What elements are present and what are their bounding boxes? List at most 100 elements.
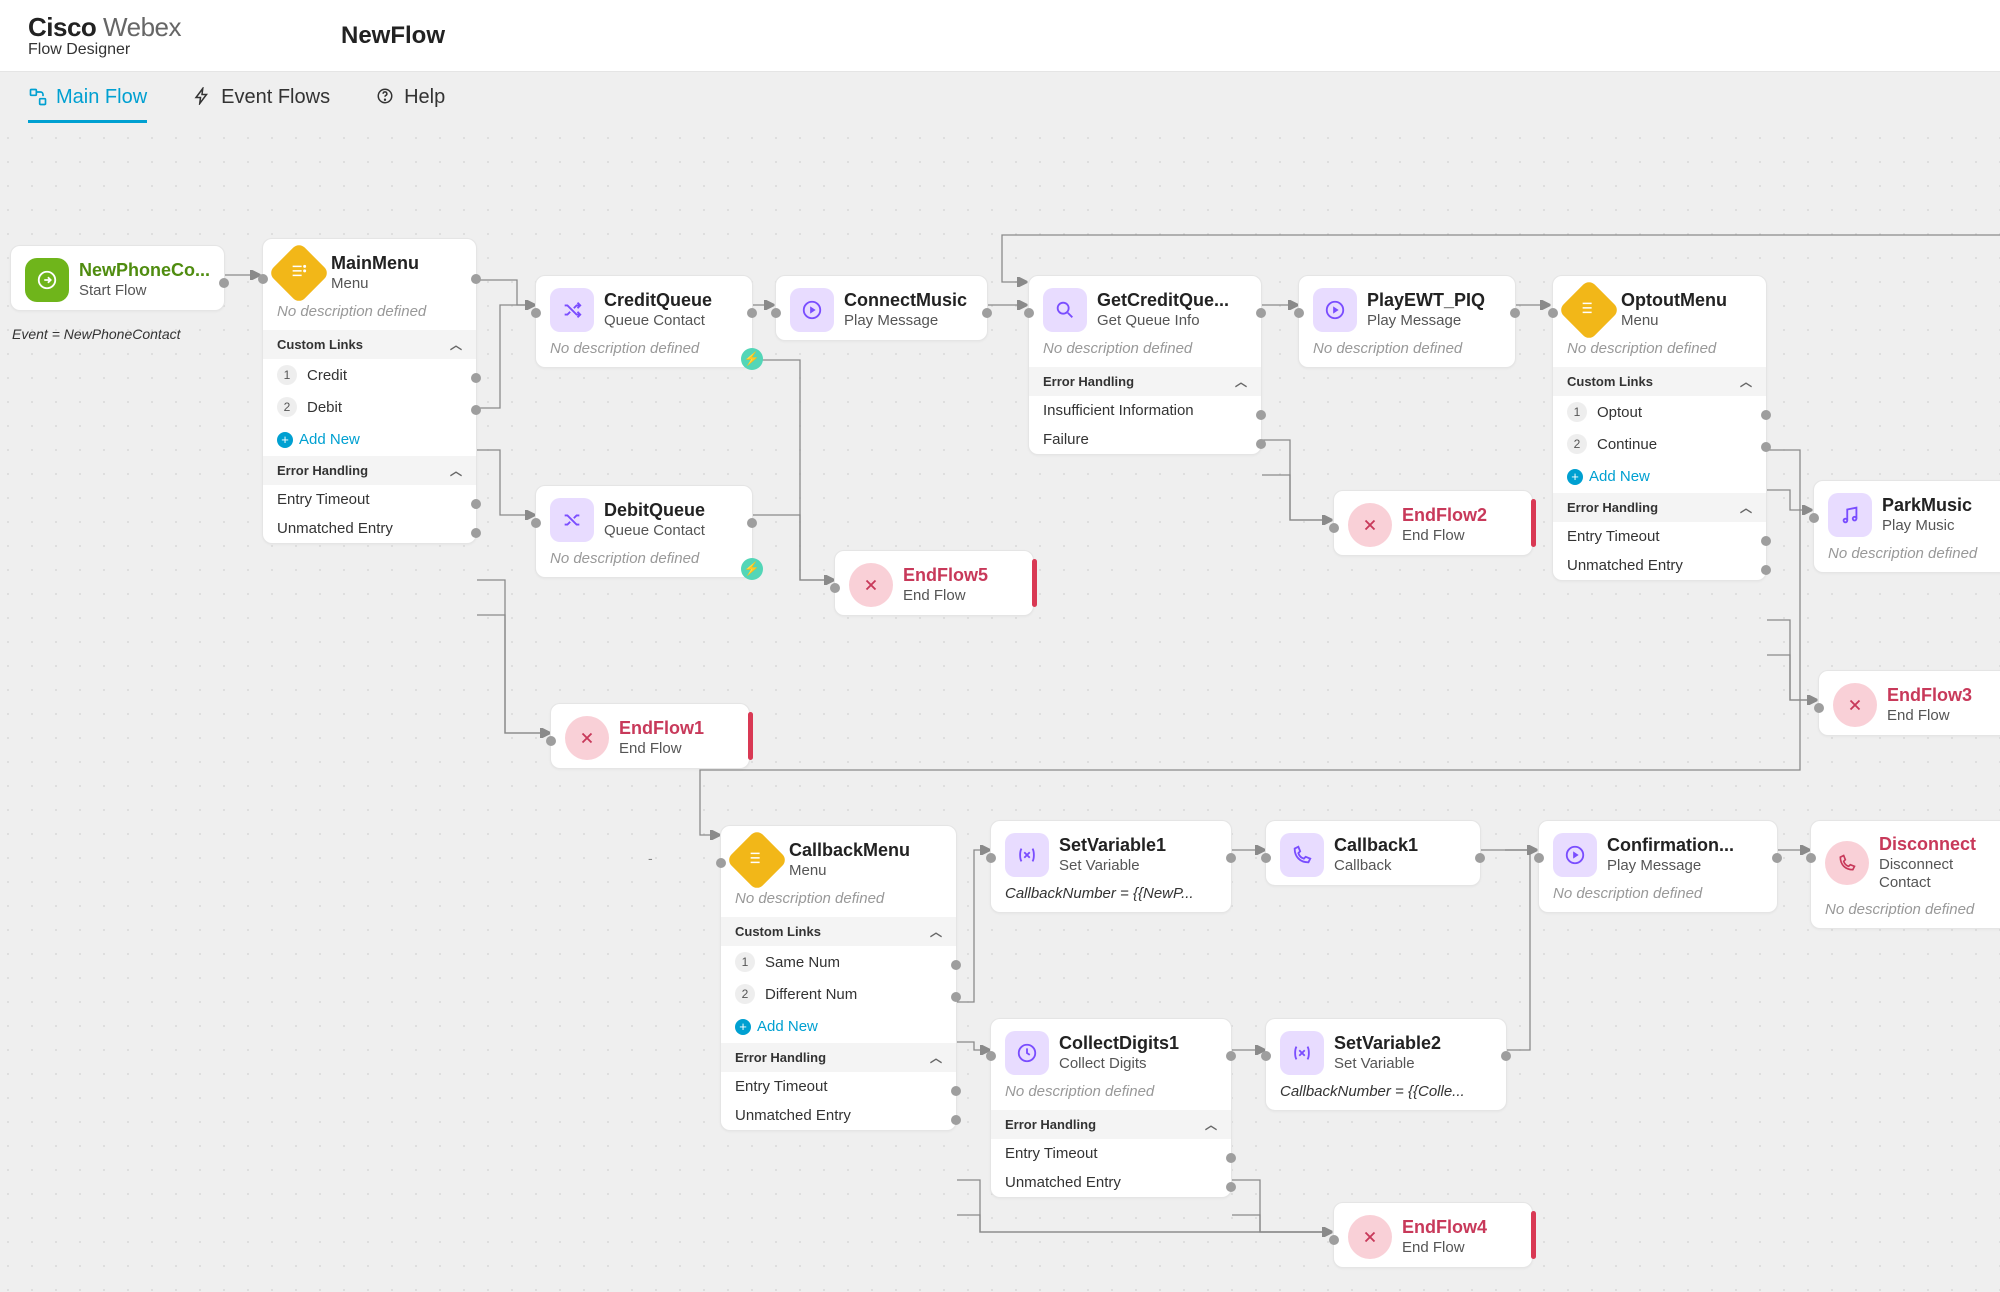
error-handling-header[interactable]: Error Handling︿ [991, 1110, 1231, 1139]
link-different-num[interactable]: 2 Different Num [721, 978, 956, 1010]
error-handling-header[interactable]: Error Handling︿ [1029, 367, 1261, 396]
node-desc: No description defined [263, 303, 476, 330]
endflow1-node[interactable]: EndFlow1 End Flow [550, 703, 750, 769]
node-type: Collect Digits [1059, 1055, 1179, 1074]
setvar1-node[interactable]: SetVariable1 Set Variable CallbackNumber… [990, 820, 1232, 913]
custom-links-header[interactable]: Custom Links︿ [263, 330, 476, 359]
node-type: Menu [1621, 312, 1727, 331]
add-new-link[interactable]: + Add New [721, 1010, 956, 1043]
node-desc: No description defined [1553, 340, 1766, 367]
node-type: Set Variable [1334, 1055, 1441, 1074]
endflow3-node[interactable]: EndFlow3 End Flow [1818, 670, 2000, 736]
node-name: ParkMusic [1882, 494, 1972, 517]
setvar2-node[interactable]: SetVariable2 Set Variable CallbackNumber… [1265, 1018, 1507, 1111]
disconnect-node[interactable]: Disconnect Disconnect Contact No descrip… [1810, 820, 2000, 929]
node-desc: No description defined [721, 890, 956, 917]
variable-icon [1280, 1031, 1324, 1075]
flow-canvas[interactable]: NewPhoneCo... Start Flow Event = NewPhon… [0, 130, 2000, 1292]
endflow2-node[interactable]: EndFlow2 End Flow [1333, 490, 1533, 556]
chevron-up-icon: ︿ [1740, 373, 1752, 390]
error-insufficient-info[interactable]: Insufficient Information [1029, 396, 1261, 425]
node-type: Play Message [1607, 857, 1734, 876]
node-name: CollectDigits1 [1059, 1032, 1179, 1055]
start-node[interactable]: NewPhoneCo... Start Flow [10, 245, 225, 311]
node-type: End Flow [903, 587, 988, 606]
play-icon [1553, 833, 1597, 877]
connect-music-node[interactable]: ConnectMusic Play Message [775, 275, 988, 341]
node-desc: No description defined [536, 340, 752, 367]
help-icon [376, 87, 396, 107]
play-ewt-node[interactable]: PlayEWT_PIQ Play Message No description … [1298, 275, 1516, 368]
error-handling-header[interactable]: Error Handling︿ [263, 456, 476, 485]
endflow4-node[interactable]: EndFlow4 End Flow [1333, 1202, 1533, 1268]
tab-help[interactable]: Help [376, 86, 445, 117]
error-entry-timeout[interactable]: Entry Timeout [991, 1139, 1231, 1168]
confirmation-node[interactable]: Confirmation... Play Message No descript… [1538, 820, 1778, 913]
node-name: DebitQueue [604, 499, 705, 522]
plus-icon: + [1567, 469, 1583, 485]
chevron-up-icon: ︿ [930, 923, 942, 940]
stray-dash: - [648, 850, 653, 866]
flow-icon [28, 87, 48, 107]
chevron-up-icon: ︿ [1205, 1116, 1217, 1133]
node-name: MainMenu [331, 252, 419, 275]
optout-menu-node[interactable]: OptoutMenu Menu No description defined C… [1552, 275, 1767, 581]
tab-event-flows[interactable]: Event Flows [193, 86, 330, 117]
debit-queue-node[interactable]: DebitQueue Queue Contact No description … [535, 485, 753, 578]
link-continue[interactable]: 2 Continue [1553, 428, 1766, 460]
collect-digits-node[interactable]: CollectDigits1 Collect Digits No descrip… [990, 1018, 1232, 1198]
add-new-link[interactable]: + Add New [1553, 460, 1766, 493]
error-handling-header[interactable]: Error Handling︿ [1553, 493, 1766, 522]
endflow5-node[interactable]: EndFlow5 End Flow [834, 550, 1034, 616]
error-unmatched-entry[interactable]: Unmatched Entry [721, 1101, 956, 1130]
link-debit[interactable]: 2 Debit [263, 391, 476, 423]
error-entry-timeout[interactable]: Entry Timeout [263, 485, 476, 514]
dial-icon [1005, 1031, 1049, 1075]
link-same-num[interactable]: 1 Same Num [721, 946, 956, 978]
close-icon [565, 716, 609, 760]
menu-icon [726, 829, 788, 891]
node-name: EndFlow5 [903, 564, 988, 587]
error-entry-timeout[interactable]: Entry Timeout [1553, 522, 1766, 551]
node-name: CreditQueue [604, 289, 712, 312]
tab-main-flow[interactable]: Main Flow [28, 86, 147, 117]
callback-menu-node[interactable]: CallbackMenu Menu No description defined… [720, 825, 957, 1131]
callback1-node[interactable]: Callback1 Callback [1265, 820, 1481, 886]
credit-queue-node[interactable]: CreditQueue Queue Contact No description… [535, 275, 753, 368]
plus-icon: + [277, 432, 293, 448]
error-unmatched-entry[interactable]: Unmatched Entry [991, 1168, 1231, 1197]
park-music-node[interactable]: ParkMusic Play Music No description defi… [1813, 480, 2000, 573]
brand-block: Cisco Webex Flow Designer [28, 12, 181, 59]
custom-links-header[interactable]: Custom Links︿ [721, 917, 956, 946]
node-name: EndFlow3 [1887, 684, 1972, 707]
app-header: Cisco Webex Flow Designer NewFlow [0, 0, 2000, 72]
node-name: Confirmation... [1607, 834, 1734, 857]
add-new-link[interactable]: + Add New [263, 423, 476, 456]
shuffle-icon [550, 498, 594, 542]
chevron-up-icon: ︿ [450, 462, 462, 479]
close-icon [849, 563, 893, 607]
node-name: EndFlow4 [1402, 1216, 1487, 1239]
node-desc: No description defined [1811, 901, 2000, 928]
variable-icon [1005, 833, 1049, 877]
error-entry-timeout[interactable]: Entry Timeout [721, 1072, 956, 1101]
main-menu-node[interactable]: MainMenu Menu No description defined Cus… [262, 238, 477, 544]
chevron-up-icon: ︿ [1235, 373, 1247, 390]
link-optout[interactable]: 1 Optout [1553, 396, 1766, 428]
close-icon [1348, 503, 1392, 547]
node-type: End Flow [619, 740, 704, 759]
close-icon [1348, 1215, 1392, 1259]
error-unmatched-entry[interactable]: Unmatched Entry [263, 514, 476, 543]
error-handling-header[interactable]: Error Handling︿ [721, 1043, 956, 1072]
custom-links-header[interactable]: Custom Links︿ [1553, 367, 1766, 396]
node-type: Queue Contact [604, 522, 705, 541]
error-failure[interactable]: Failure [1029, 425, 1261, 454]
link-credit[interactable]: 1 Credit [263, 359, 476, 391]
shuffle-icon [550, 288, 594, 332]
node-desc: No description defined [1539, 885, 1777, 912]
node-desc: No description defined [1299, 340, 1515, 367]
error-unmatched-entry[interactable]: Unmatched Entry [1553, 551, 1766, 580]
node-type: Play Music [1882, 517, 1972, 536]
get-credit-queue-node[interactable]: GetCreditQue... Get Queue Info No descri… [1028, 275, 1262, 455]
node-expr: CallbackNumber = {{Colle... [1266, 1083, 1506, 1110]
